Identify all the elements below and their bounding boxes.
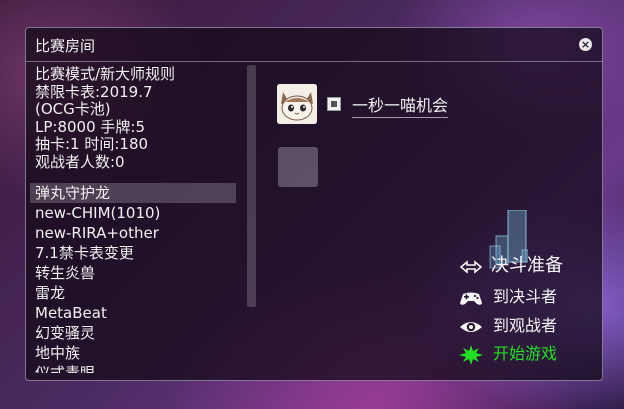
to-duelist-label: 到决斗者 bbox=[493, 287, 558, 306]
start-game-label: 开始游戏 bbox=[493, 344, 558, 363]
deck-item[interactable]: 幻变骚灵 bbox=[30, 323, 236, 343]
deck-item[interactable]: 弹丸守护龙 bbox=[30, 183, 236, 203]
deck-item[interactable]: 转生炎兽 bbox=[30, 263, 236, 283]
eye-icon bbox=[460, 322, 482, 332]
arrows-icon bbox=[459, 260, 483, 274]
star-burst-icon bbox=[459, 345, 483, 365]
player-name[interactable]: 一秒一喵机会 bbox=[352, 92, 449, 118]
gamepad-icon bbox=[460, 292, 482, 305]
room-info: 比赛模式/新大师规则 禁限卡表:2019.7 (OCG卡池) LP:8000 手… bbox=[35, 65, 245, 171]
window-title: 比赛房间 bbox=[35, 37, 96, 55]
panel-scrollbar[interactable] bbox=[247, 65, 256, 307]
room-mode: 比赛模式/新大师规则 bbox=[35, 65, 176, 83]
deck-item[interactable]: 雷龙 bbox=[30, 283, 236, 303]
banlist: 禁限卡表:2019.7 bbox=[35, 82, 153, 101]
deck-item[interactable]: 地中族 bbox=[30, 343, 236, 363]
ready-checkbox[interactable] bbox=[327, 97, 341, 111]
to-observer-label: 到观战者 bbox=[493, 316, 558, 335]
deck-item[interactable]: 7.1禁卡表变更 bbox=[30, 243, 236, 263]
deck-item[interactable]: 仪式青眼 bbox=[30, 363, 236, 373]
card-pool: (OCG卡池) bbox=[35, 100, 111, 118]
cat-avatar[interactable] bbox=[277, 84, 317, 124]
empty-player-slot[interactable] bbox=[278, 147, 318, 187]
deck-list[interactable]: 弹丸守护龙 new-CHIM(1010) new-RIRA+other 7.1禁… bbox=[30, 183, 236, 373]
close-icon[interactable]: × bbox=[579, 38, 592, 51]
deck-item[interactable]: new-CHIM(1010) bbox=[30, 203, 236, 223]
duel-ready-label: 决斗准备 bbox=[491, 255, 563, 276]
lp-hand: LP:8000 手牌:5 bbox=[35, 117, 145, 136]
deck-item[interactable]: MetaBeat bbox=[30, 303, 236, 323]
deck-item[interactable]: new-RIRA+other bbox=[30, 223, 236, 243]
draw-time: 抽卡:1 时间:180 bbox=[35, 135, 149, 153]
title-bar: 比赛房间 × bbox=[26, 28, 602, 62]
observer-count: 观战者人数:0 bbox=[35, 152, 125, 171]
